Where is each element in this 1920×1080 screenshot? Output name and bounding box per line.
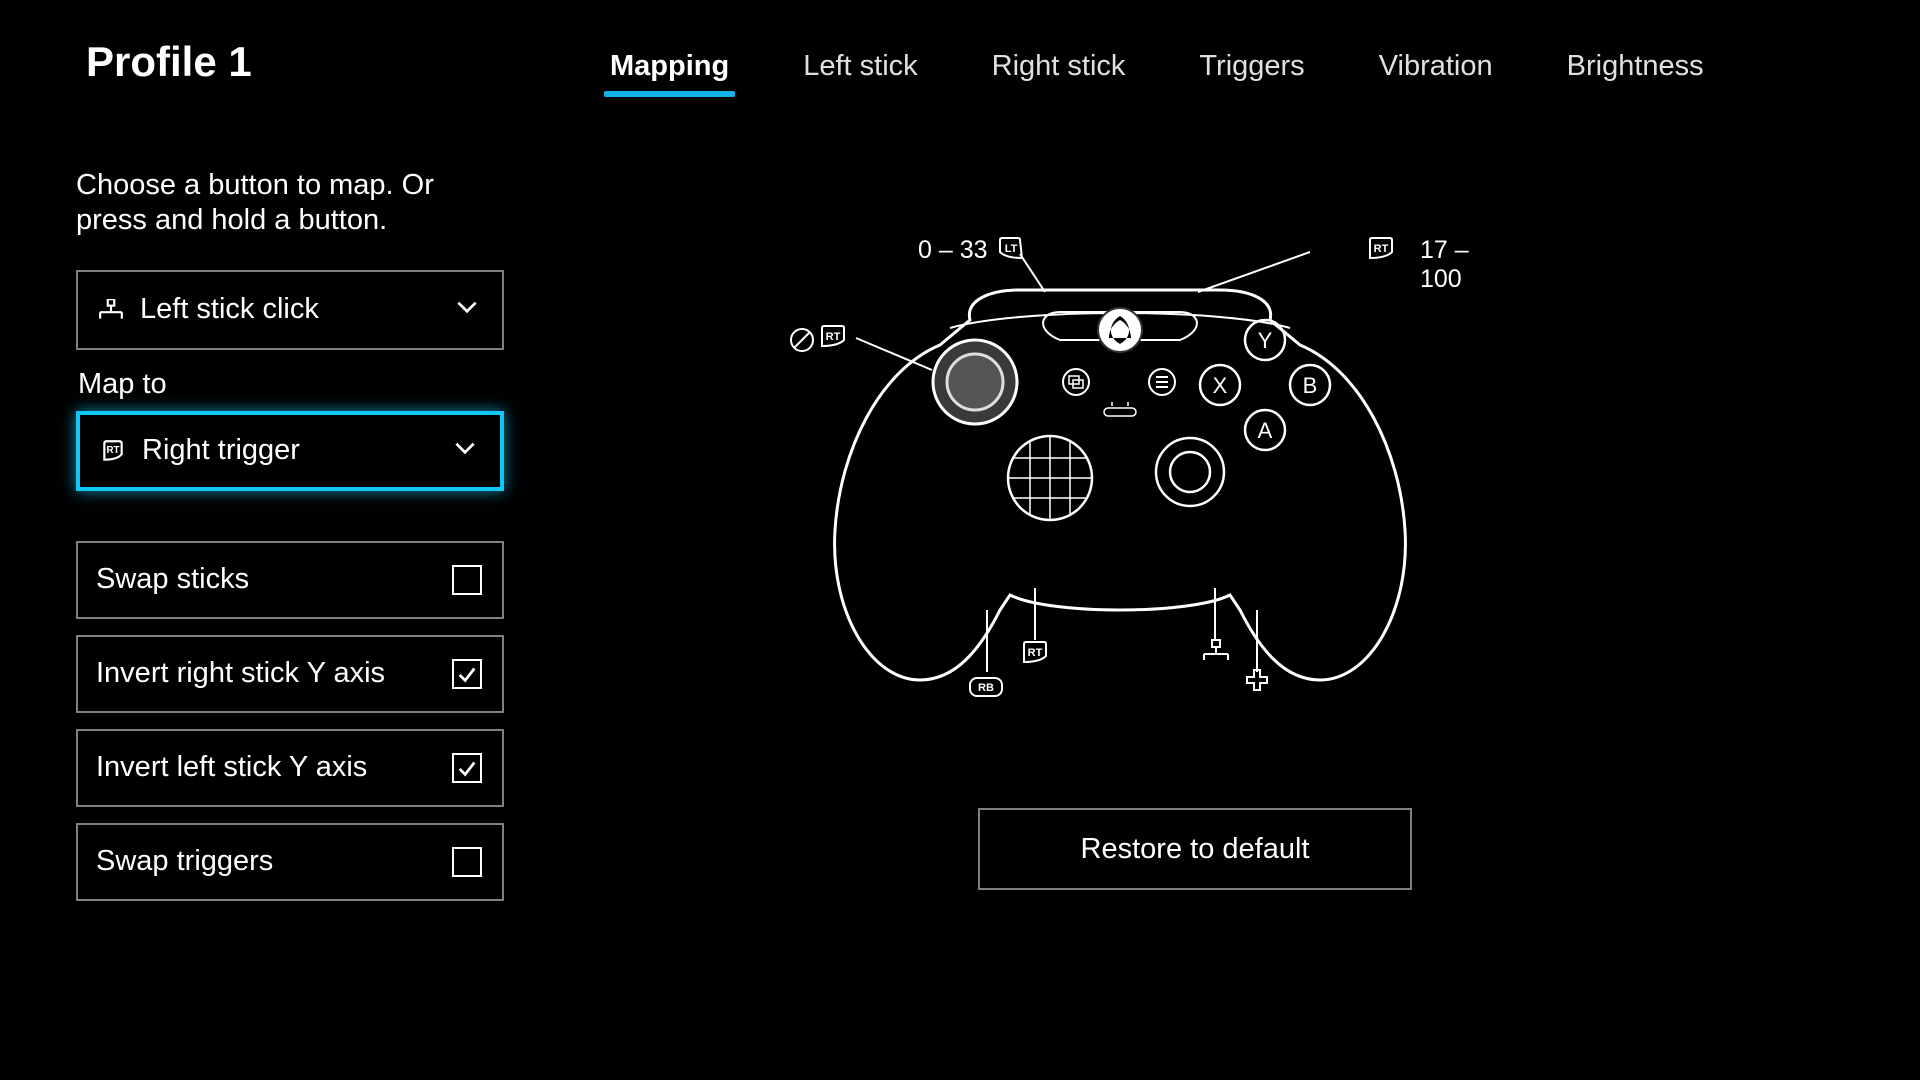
source-button-select[interactable]: Left stick click <box>76 270 504 350</box>
checkbox-label: Swap sticks <box>96 563 452 596</box>
checkbox-invert-right-y[interactable]: Invert right stick Y axis <box>76 635 504 713</box>
svg-text:RT: RT <box>826 331 841 343</box>
source-button-label: Left stick click <box>140 293 454 326</box>
tab-triggers[interactable]: Triggers <box>1199 50 1304 93</box>
checkbox-box <box>452 565 482 595</box>
svg-text:RT: RT <box>107 445 120 456</box>
svg-text:A: A <box>1258 418 1273 443</box>
controller-diagram: 0 – 33 17 – 100 Y B X <box>760 210 1480 770</box>
page-title: Profile 1 <box>86 38 252 86</box>
svg-text:LT: LT <box>1005 243 1018 255</box>
instructions-text: Choose a button to map. Or press and hol… <box>76 168 476 238</box>
checkbox-label: Invert left stick Y axis <box>96 751 452 784</box>
checkbox-invert-left-y[interactable]: Invert left stick Y axis <box>76 729 504 807</box>
chevron-down-icon <box>452 435 478 466</box>
rt-range-label: 17 – 100 <box>1420 236 1480 294</box>
tab-left-stick[interactable]: Left stick <box>803 50 917 93</box>
checkbox-swap-triggers[interactable]: Swap triggers <box>76 823 504 901</box>
tab-mapping[interactable]: Mapping <box>610 50 729 93</box>
checkbox-label: Invert right stick Y axis <box>96 657 452 690</box>
svg-text:RT: RT <box>1374 243 1389 255</box>
checkbox-label: Swap triggers <box>96 845 452 878</box>
map-to-label: Map to <box>78 368 506 401</box>
stick-click-icon <box>96 299 126 321</box>
restore-default-button[interactable]: Restore to default <box>978 808 1412 890</box>
tab-vibration[interactable]: Vibration <box>1379 50 1493 93</box>
tab-right-stick[interactable]: Right stick <box>992 50 1126 93</box>
checkbox-swap-sticks[interactable]: Swap sticks <box>76 541 504 619</box>
svg-text:RT: RT <box>1028 647 1043 659</box>
controller-svg: Y B X A RT <box>760 210 1480 770</box>
checkbox-box <box>452 753 482 783</box>
svg-text:Y: Y <box>1258 328 1273 353</box>
checkbox-box <box>452 659 482 689</box>
tab-brightness[interactable]: Brightness <box>1567 50 1704 93</box>
checkbox-box <box>452 847 482 877</box>
svg-text:B: B <box>1303 373 1318 398</box>
lt-range-label: 0 – 33 <box>918 236 988 265</box>
svg-text:RB: RB <box>978 682 994 694</box>
chevron-down-icon <box>454 294 480 325</box>
target-button-label: Right trigger <box>142 434 452 467</box>
target-button-select[interactable]: RT Right trigger <box>76 411 504 491</box>
svg-text:X: X <box>1213 373 1228 398</box>
restore-default-label: Restore to default <box>1081 833 1310 866</box>
right-trigger-icon: RT <box>98 440 128 462</box>
tab-bar: Mapping Left stick Right stick Triggers … <box>610 50 1704 93</box>
